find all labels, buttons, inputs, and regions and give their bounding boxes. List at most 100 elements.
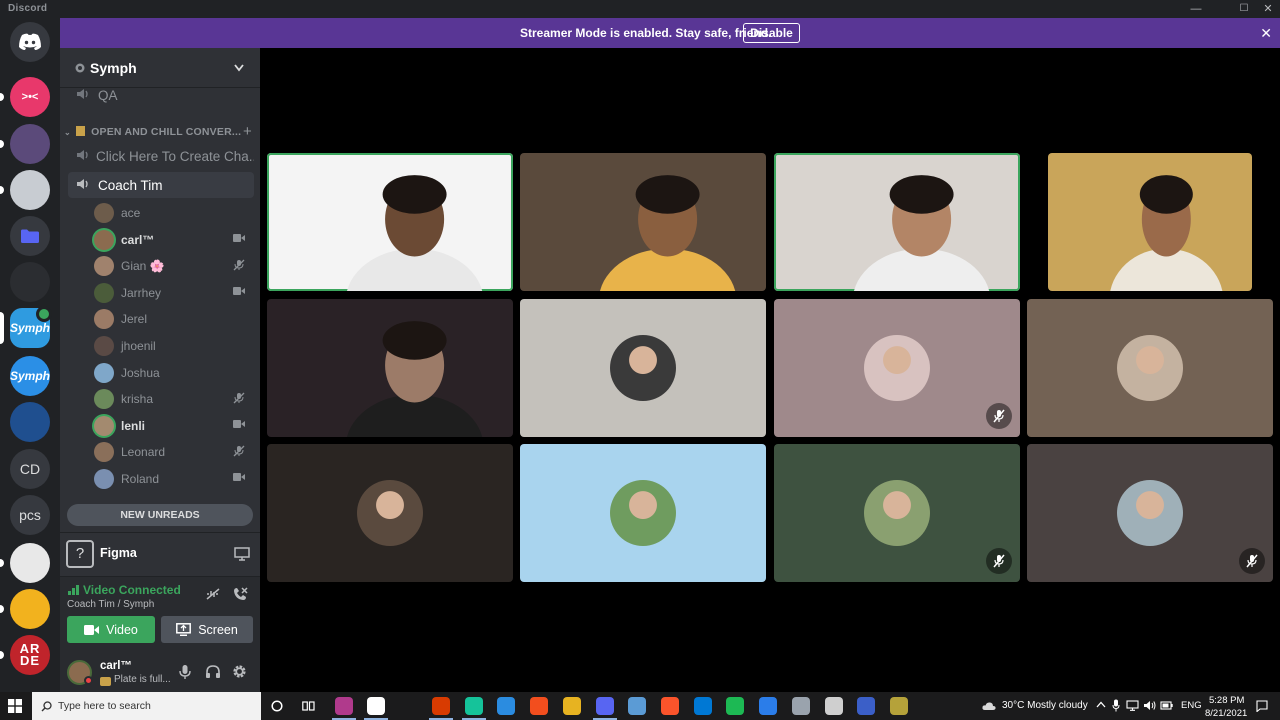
server-icon-server-blue[interactable] (10, 402, 50, 442)
windows-start-icon[interactable] (8, 699, 22, 713)
server-icon-pcs[interactable]: pcs (10, 495, 50, 535)
server-icon-server-yellow[interactable] (10, 589, 50, 629)
brave-app-icon[interactable] (661, 697, 679, 715)
mic-tray-icon[interactable] (1112, 699, 1120, 712)
signal-strength-icon[interactable] (68, 585, 79, 595)
figma-app-icon[interactable] (530, 697, 548, 715)
participant-video-tile[interactable] (520, 153, 766, 291)
cortana-icon[interactable] (271, 700, 283, 712)
network-icon[interactable] (1126, 700, 1139, 711)
vscode-app-icon[interactable] (497, 697, 515, 715)
new-unreads-button[interactable]: NEW UNREADS (67, 504, 253, 526)
voice-member[interactable]: Jerel (94, 307, 250, 331)
server-icon-server-art[interactable] (10, 124, 50, 164)
server-icon-cd[interactable]: CD (10, 449, 50, 489)
participant-avatar-tile[interactable] (1027, 444, 1273, 582)
office-app-icon[interactable] (432, 697, 450, 715)
voice-location[interactable]: Coach Tim / Symph (67, 599, 154, 610)
clock-date[interactable]: 8/21/2021 (1205, 708, 1247, 719)
spotify-app-icon[interactable] (726, 697, 744, 715)
server-icon-home[interactable] (10, 22, 50, 62)
screen-share-activity-icon[interactable] (234, 547, 250, 561)
minimize-icon[interactable]: — (1184, 0, 1208, 18)
chrome-app-icon[interactable] (563, 697, 581, 715)
category-label: OPEN AND CHILL CONVER... (91, 126, 242, 138)
participant-video-tile[interactable] (267, 299, 513, 437)
participant-video-tile[interactable] (1048, 153, 1252, 291)
member-name: carl™ (121, 232, 155, 247)
voice-member[interactable]: krisha (94, 387, 250, 411)
voice-member[interactable]: Joshua (94, 361, 250, 385)
close-window-icon[interactable]: ✕ (1256, 0, 1280, 18)
member-name: krisha (121, 392, 154, 407)
weather-text[interactable]: 30°C Mostly cloudy (1002, 700, 1088, 711)
voice-channel-create[interactable]: Click Here To Create Cha... (68, 143, 254, 169)
noise-suppression-icon[interactable] (205, 587, 221, 601)
voice-member[interactable]: lenli (94, 414, 250, 438)
discord-app-icon[interactable] (596, 697, 614, 715)
voice-member[interactable]: Leonard (94, 440, 250, 464)
server-icon-server-circle[interactable] (10, 543, 50, 583)
task-view-icon[interactable] (302, 700, 315, 712)
participant-video-tile[interactable] (267, 153, 513, 291)
participant-video-tile[interactable] (774, 153, 1020, 291)
voice-channel-coach-tim[interactable]: Coach Tim (68, 172, 254, 198)
category-header[interactable]: ⌄ OPEN AND CHILL CONVER... + (64, 123, 254, 140)
participant-avatar-tile[interactable] (520, 444, 766, 582)
chevron-up-icon[interactable] (1096, 701, 1106, 708)
app-1-app-icon[interactable] (335, 697, 353, 715)
chevron-down-icon[interactable] (234, 64, 244, 72)
voice-member[interactable]: ace (94, 201, 250, 225)
mail-app-icon[interactable] (694, 697, 712, 715)
server-icon-symph[interactable]: Symph (10, 306, 52, 348)
person-hair (889, 175, 954, 214)
channel-sidebar: Symph QA ⌄ OPEN AND CHILL CONVER... + Cl… (60, 48, 260, 692)
server-icon-arde[interactable]: AR DE (10, 635, 50, 675)
voice-member[interactable]: Gian 🌸 (94, 254, 250, 278)
voice-member[interactable]: jhoenil (94, 334, 250, 358)
maximize-icon[interactable]: ☐ (1232, 0, 1256, 18)
unread-indicator (0, 559, 4, 567)
app-16-app-icon[interactable] (857, 697, 875, 715)
app-17-app-icon[interactable] (890, 697, 908, 715)
server-icon-symph-friends[interactable]: Symph (10, 356, 50, 396)
voice-status[interactable]: Video Connected (83, 583, 181, 597)
microphone-icon[interactable] (179, 664, 191, 680)
battery-icon[interactable] (1160, 700, 1173, 711)
calendar-app-icon[interactable] (759, 697, 777, 715)
taskbar-search-input[interactable]: Type here to search (32, 692, 261, 720)
app-15-app-icon[interactable] (825, 697, 843, 715)
add-channel-icon[interactable]: + (243, 123, 252, 140)
notion-app-icon[interactable] (367, 697, 385, 715)
disconnect-call-icon[interactable] (232, 586, 248, 602)
headphones-icon[interactable] (205, 664, 221, 679)
app-14-app-icon[interactable] (792, 697, 810, 715)
server-icon-server-dark[interactable] (10, 262, 50, 302)
banner-close-icon[interactable]: ✕ (1260, 25, 1272, 42)
voice-channel-qa[interactable]: QA (68, 82, 254, 108)
notifications-icon[interactable] (1256, 700, 1268, 712)
participant-avatar-tile[interactable] (1027, 299, 1273, 437)
disable-button[interactable]: Disable (743, 23, 800, 43)
avatar (94, 203, 114, 223)
grammarly-app-icon[interactable] (465, 697, 483, 715)
voice-member[interactable]: carl™ (94, 228, 250, 252)
participant-avatar-tile[interactable] (520, 299, 766, 437)
language-indicator[interactable]: ENG (1181, 700, 1202, 711)
server-icon-server-bird[interactable] (10, 170, 50, 210)
app-9-app-icon[interactable] (628, 697, 646, 715)
participant-avatar-tile[interactable] (774, 299, 1020, 437)
gear-icon[interactable] (232, 664, 247, 679)
server-icon-server-pink[interactable]: >•< (10, 77, 50, 117)
volume-icon[interactable] (1143, 700, 1156, 711)
video-button[interactable]: Video (67, 616, 155, 643)
participant-avatar-tile[interactable] (267, 444, 513, 582)
server-icon-server-folder[interactable] (10, 216, 50, 256)
screen-button[interactable]: Screen (161, 616, 253, 643)
member-name: Roland (121, 472, 160, 486)
weather-cloud-icon[interactable] (982, 701, 996, 711)
participant-avatar-tile[interactable] (774, 444, 1020, 582)
clock-time[interactable]: 5:28 PM (1209, 695, 1244, 706)
voice-member[interactable]: Roland (94, 467, 250, 491)
voice-member[interactable]: Jarrhey (94, 281, 250, 305)
